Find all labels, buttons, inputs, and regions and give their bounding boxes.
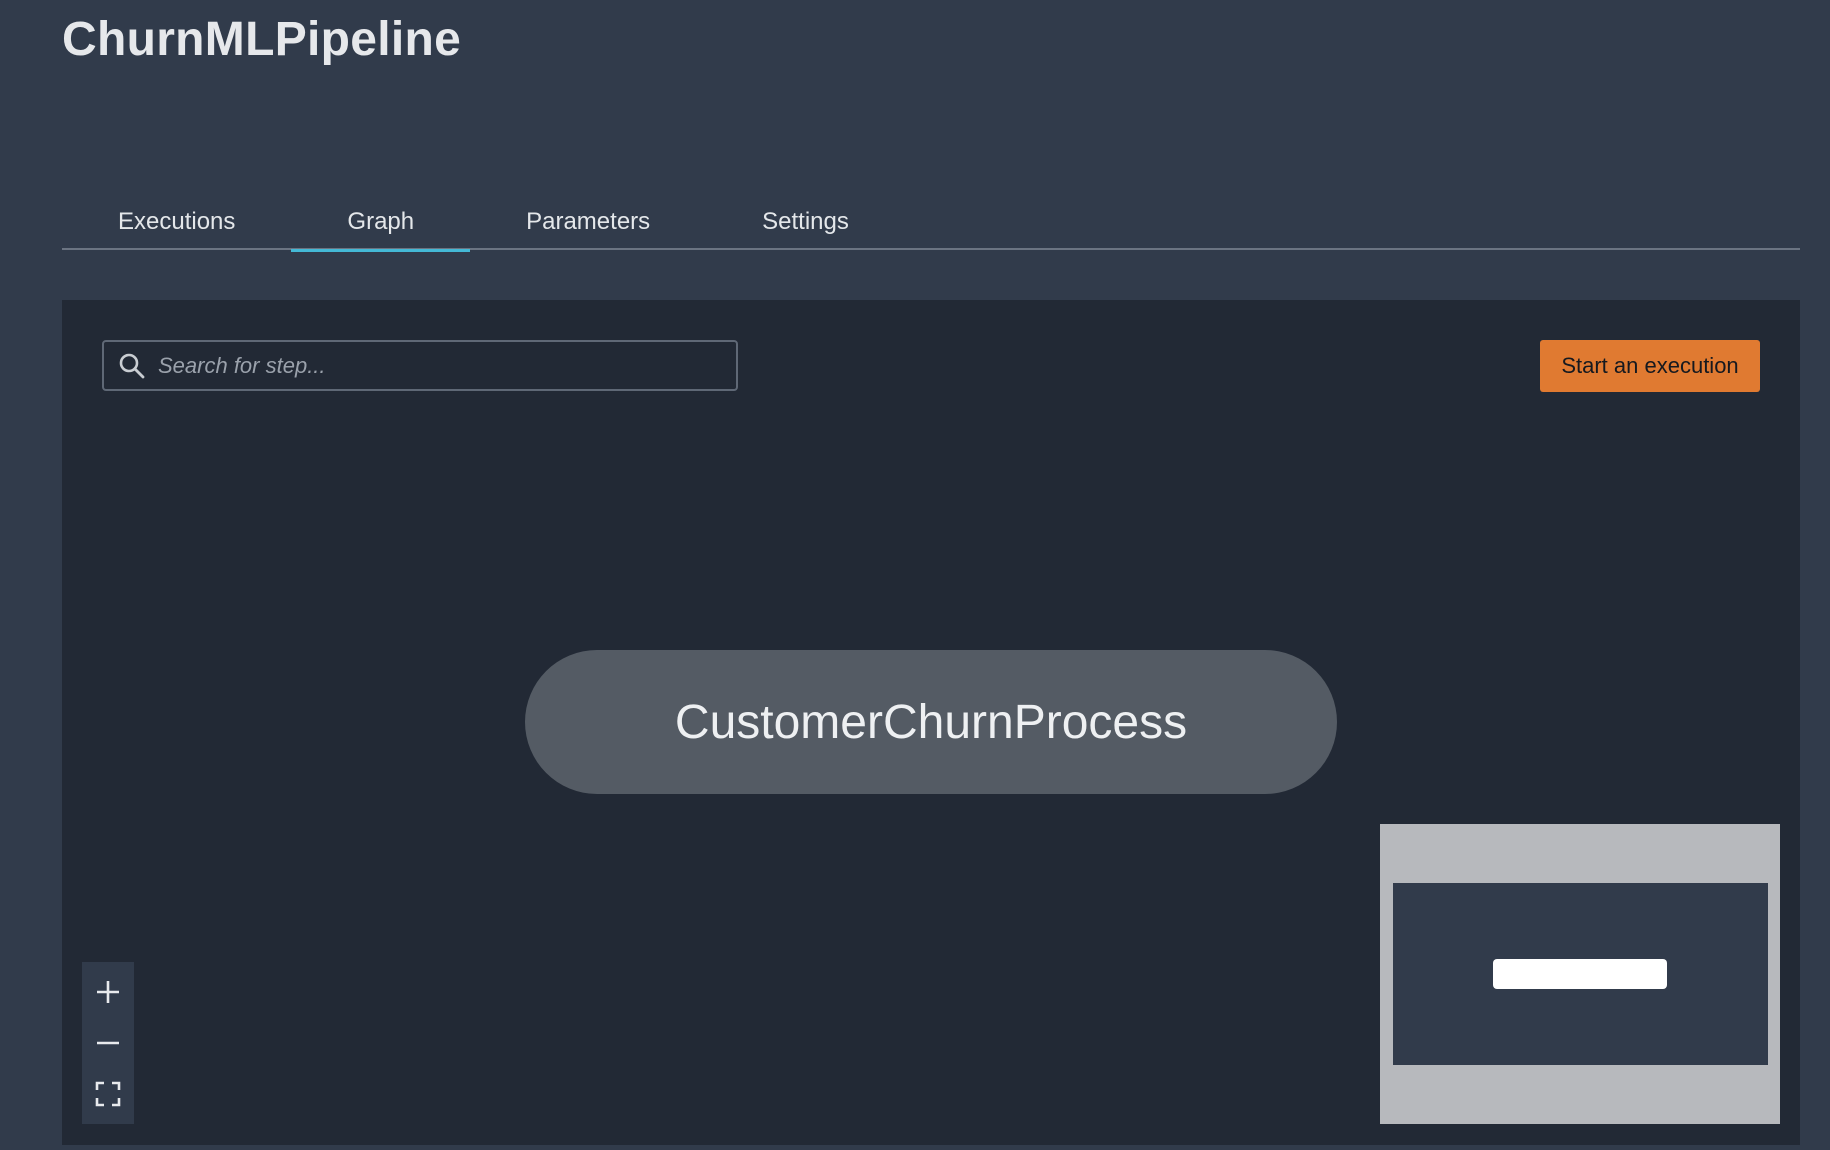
fit-to-screen-icon bbox=[95, 1082, 121, 1107]
minimap-viewport[interactable] bbox=[1393, 883, 1768, 1065]
pipeline-page: ChurnMLPipeline Executions Graph Paramet… bbox=[0, 0, 1830, 1150]
zoom-out-button[interactable] bbox=[88, 1023, 128, 1063]
tab-executions[interactable]: Executions bbox=[62, 196, 291, 250]
graph-node-label: CustomerChurnProcess bbox=[674, 695, 1188, 749]
step-search-input[interactable] bbox=[156, 344, 720, 387]
minimap-node bbox=[1493, 959, 1667, 989]
plus-icon bbox=[97, 980, 119, 1003]
minus-icon bbox=[97, 1041, 119, 1045]
fit-to-screen-button[interactable] bbox=[88, 1074, 128, 1114]
zoom-in-button[interactable] bbox=[88, 972, 128, 1012]
minimap[interactable] bbox=[1380, 824, 1780, 1124]
zoom-controls bbox=[82, 962, 134, 1124]
graph-node-step[interactable]: CustomerChurnProcess bbox=[525, 650, 1337, 794]
graph-canvas[interactable]: Start an execution CustomerChurnProcess bbox=[62, 300, 1800, 1145]
start-execution-button[interactable]: Start an execution bbox=[1540, 340, 1760, 392]
step-search-box[interactable] bbox=[102, 340, 738, 391]
tab-graph[interactable]: Graph bbox=[291, 196, 470, 252]
tab-parameters[interactable]: Parameters bbox=[470, 196, 706, 250]
tab-settings[interactable]: Settings bbox=[706, 196, 905, 250]
tab-label: Executions bbox=[118, 208, 236, 235]
tab-label: Settings bbox=[762, 208, 849, 235]
page-title: ChurnMLPipeline bbox=[62, 13, 462, 66]
tab-label: Parameters bbox=[526, 208, 651, 235]
tab-label: Graph bbox=[347, 208, 415, 235]
search-icon bbox=[119, 353, 145, 378]
tab-bar: Executions Graph Parameters Settings bbox=[62, 196, 1800, 252]
